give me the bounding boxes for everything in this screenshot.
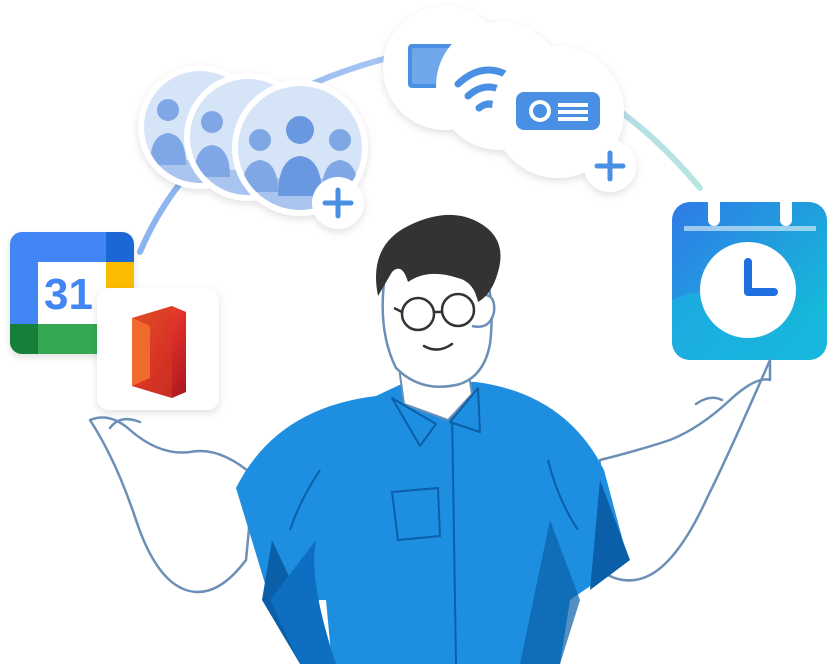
equipment-icon <box>383 6 636 192</box>
calendar-clock-icon <box>672 196 827 360</box>
left-arm <box>88 416 256 594</box>
calendar-day-number: 31 <box>44 270 93 319</box>
microsoft-office-icon <box>97 288 219 410</box>
people-group-icon <box>138 65 368 229</box>
projector-icon <box>516 92 600 130</box>
illustration-scene: 31 <box>10 6 827 664</box>
person-illustration <box>88 214 772 664</box>
